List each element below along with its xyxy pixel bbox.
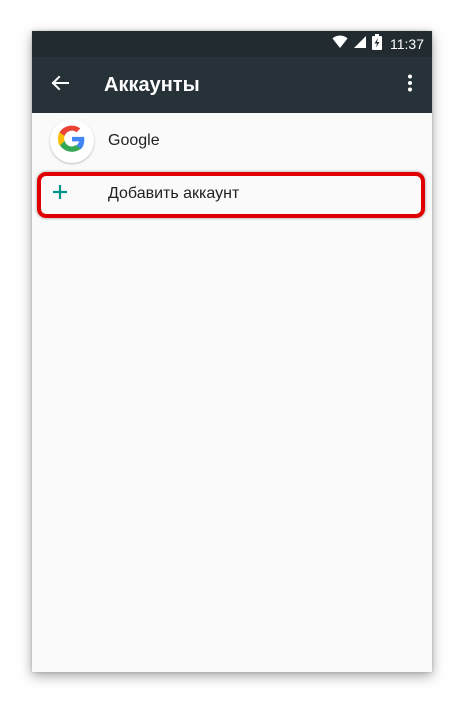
signal-icon (353, 35, 367, 54)
add-account-label: Добавить аккаунт (108, 185, 240, 202)
status-time: 11:37 (390, 36, 424, 52)
plus-icon (50, 182, 70, 202)
status-icons: 11:37 (332, 31, 424, 57)
phone-screen: 11:37 Аккаунты Google Добавить аккаунт (32, 31, 432, 672)
avatar (50, 119, 94, 163)
add-account-button[interactable]: Добавить аккаунт (32, 169, 432, 219)
overflow-menu-button[interactable] (398, 69, 422, 101)
back-button[interactable] (44, 69, 76, 101)
wifi-icon (332, 35, 348, 54)
page: 11:37 Аккаунты Google Добавить аккаунт (0, 0, 464, 704)
google-logo-icon (58, 125, 86, 158)
accounts-list: Google Добавить аккаунт (32, 113, 432, 219)
arrow-left-icon (51, 75, 69, 96)
account-item-google[interactable]: Google (32, 113, 432, 169)
app-toolbar: Аккаунты (32, 57, 432, 113)
account-label: Google (108, 132, 160, 149)
battery-charging-icon (372, 33, 382, 55)
status-bar: 11:37 (32, 31, 432, 57)
page-title: Аккаунты (104, 74, 200, 96)
more-vertical-icon (407, 74, 413, 97)
